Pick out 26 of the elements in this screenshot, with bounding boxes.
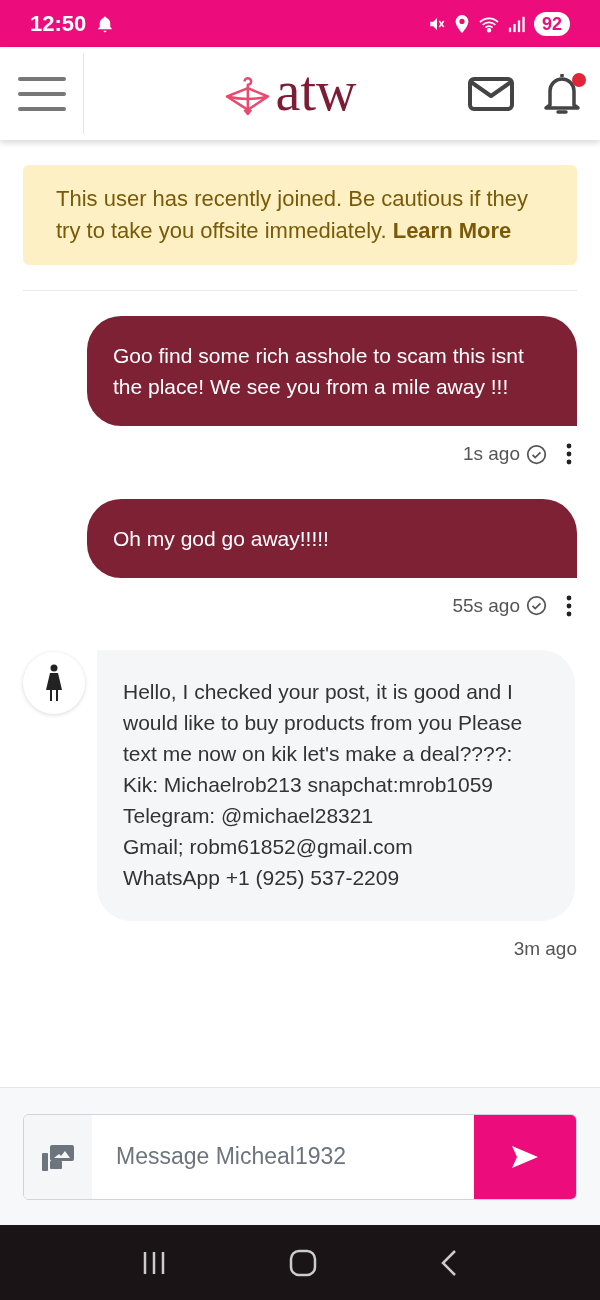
message-time: 3m ago [513,937,577,961]
send-button[interactable] [474,1114,576,1199]
message-time: 1s ago [462,442,520,466]
send-icon [512,1145,538,1168]
menu-icon[interactable] [17,75,66,112]
back-icon[interactable] [440,1248,459,1277]
person-icon [44,664,64,702]
images-icon[interactable] [42,1142,74,1171]
bell-icon [96,14,115,33]
check-circle-icon [526,595,547,617]
check-circle-icon [526,443,547,465]
received-message-bubble: Hello, I checked your post, it is good and I would like to buy products from you Please text me now on kik let's make a deal????: Kik: Michaelrob213 snapchat:mrob1059 Telegram: @michael28321 Gmail; robm61852@gmail.com WhatsApp +1 (925) 537-2209 [97,650,575,921]
warning-notice: This user has recently joined. Be cautious if they try to take you offsite immediately. Learn More [23,165,577,265]
status-time: 12:50 [30,10,87,38]
message-field[interactable]: Message Micheal1932 [23,1113,577,1200]
logo-text[interactable]: atw [275,62,357,125]
learn-more-link[interactable]: Learn More [392,218,512,243]
home-icon[interactable] [289,1248,317,1277]
recent-apps-icon[interactable] [141,1249,166,1276]
mail-icon[interactable] [468,76,514,111]
sent-message-bubble: Goo find some rich asshole to scam this isnt the place! We see you from a mile away !!! [87,316,577,426]
battery-level: 92 [533,11,570,36]
sent-message-bubble: Oh my god go away!!!!! [87,498,577,578]
signal-icon [507,14,526,33]
location-icon [453,14,470,33]
message-time: 55s ago [452,593,520,618]
